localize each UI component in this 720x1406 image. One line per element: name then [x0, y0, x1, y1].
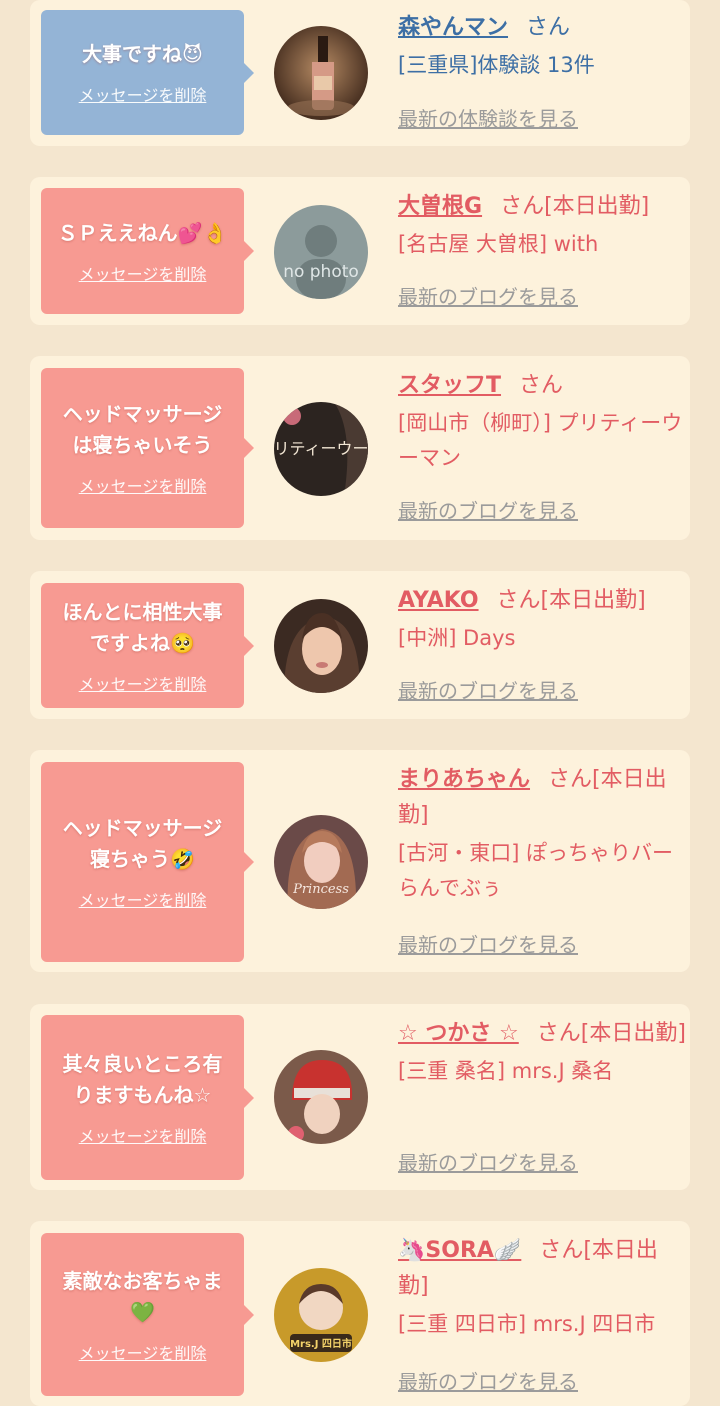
message-text: ほんとに相性大事 ですよね🥺	[62, 599, 223, 655]
avatar[interactable]: Princess	[274, 815, 368, 909]
message-bubble: 大事ですね😈 メッセージを削除	[41, 10, 254, 135]
message-bubble: ＳＰええねん💕👌 メッセージを削除	[41, 188, 254, 314]
delete-message-link[interactable]: メッセージを削除	[79, 1123, 207, 1147]
message-card: ヘッドマッサージ 寝ちゃう🤣 メッセージを削除 Princess まりあちゃんさ…	[30, 750, 690, 972]
shop-info: [古河・東口] ぽっちゃりバー らんでぶぅ	[398, 841, 674, 900]
honorific: さん[本日出勤]	[496, 588, 646, 613]
avatar-caption: Princess	[292, 882, 349, 897]
message-text: 大事ですね😈	[82, 42, 203, 66]
delete-message-link[interactable]: メッセージを削除	[79, 261, 207, 285]
user-info: 🦄SORA🪽 さん[本日出勤] [三重 四日市] mrs.J 四日市 最新のブログ…	[398, 1233, 688, 1394]
user-info: 森やんマン さん [三重県]体験談 13件 最新の体験談を見る	[398, 10, 688, 131]
message-text: ヘッドマッサージ は寝ちゃいそう	[62, 402, 223, 457]
latest-blog-link[interactable]: 最新のブログを見る	[398, 675, 578, 704]
honorific: さん	[519, 373, 564, 398]
latest-blog-link[interactable]: 最新のブログを見る	[398, 929, 578, 958]
user-info: ☆ つかさ ☆ さん[本日出勤] [三重 桑名] mrs.J 桑名 最新のブログを…	[398, 1016, 688, 1175]
message-card: 大事ですね😈 メッセージを削除 森やんマン さん [三重県]体験談 13件 最新の…	[30, 0, 690, 146]
message-bubble: 其々良いところ有 りますもんね☆ メッセージを削除	[41, 1015, 254, 1180]
message-card: 素敵なお客ちゃま 💚 メッセージを削除 Mrs.J 四日市 🦄SORA🪽 さん[本…	[30, 1221, 690, 1406]
latest-blog-link[interactable]: 最新のブログを見る	[398, 1366, 578, 1395]
latest-blog-link[interactable]: 最新のブログを見る	[398, 495, 578, 524]
avatar[interactable]: no photo	[274, 205, 368, 299]
shop-info: [名古屋 大曽根] with	[398, 232, 599, 256]
shop-info: [三重 四日市] mrs.J 四日市	[398, 1312, 656, 1336]
user-name-link[interactable]: ☆ つかさ ☆	[398, 1021, 519, 1046]
message-bubble: 素敵なお客ちゃま 💚 メッセージを削除	[41, 1233, 254, 1396]
user-info: まりあちゃん さん[本日出勤] [古河・東口] ぽっちゃりバー らんでぶぅ 最新の…	[398, 762, 688, 957]
message-text: 其々良いところ有 りますもんね☆	[62, 1051, 223, 1107]
latest-reviews-link[interactable]: 最新の体験談を見る	[398, 103, 578, 132]
message-text: 素敵なお客ちゃま 💚	[62, 1268, 223, 1324]
user-name-link[interactable]: スタッフT	[398, 373, 501, 398]
avatar[interactable]: プリティーウーマ	[274, 402, 368, 496]
shop-info: [三重 桑名] mrs.J 桑名	[398, 1059, 614, 1083]
avatar-caption: Mrs.J 四日市	[290, 1337, 352, 1350]
avatar[interactable]: Mrs.J 四日市	[274, 1268, 368, 1362]
shop-info: [三重県]体験談 13件	[398, 53, 595, 77]
honorific: さん[本日出勤]	[536, 1021, 686, 1046]
avatar-caption: no photo	[283, 262, 359, 282]
message-bubble: ヘッドマッサージ 寝ちゃう🤣 メッセージを削除	[41, 762, 254, 962]
message-card: ヘッドマッサージ は寝ちゃいそう メッセージを削除 プリティーウーマ スタッフT…	[30, 356, 690, 540]
user-info: スタッフT さん [岡山市（柳町）] プリティーウーマン 最新のブログを見る	[398, 368, 688, 523]
message-bubble: ほんとに相性大事 ですよね🥺 メッセージを削除	[41, 583, 254, 708]
message-text: ＳＰええねん💕👌	[57, 220, 228, 245]
delete-message-link[interactable]: メッセージを削除	[79, 473, 207, 497]
user-info: AYAKO さん[本日出勤] [中洲] Days 最新のブログを見る	[398, 583, 688, 703]
delete-message-link[interactable]: メッセージを削除	[79, 82, 207, 106]
shop-info: [中洲] Days	[398, 626, 516, 650]
latest-blog-link[interactable]: 最新のブログを見る	[398, 281, 578, 310]
avatar[interactable]	[274, 599, 368, 693]
user-name-link[interactable]: 森やんマン	[398, 15, 508, 40]
message-list: 大事ですね😈 メッセージを削除 森やんマン さん [三重県]体験談 13件 最新の…	[0, 0, 720, 1406]
avatar[interactable]	[274, 1050, 368, 1144]
delete-message-link[interactable]: メッセージを削除	[79, 1340, 207, 1364]
message-card: ほんとに相性大事 ですよね🥺 メッセージを削除 AYAKO さん[本日出勤] [中…	[30, 571, 690, 719]
message-card: ＳＰええねん💕👌 メッセージを削除 no photo 大曽根G さん[本日出勤] …	[30, 177, 690, 325]
message-bubble: ヘッドマッサージ は寝ちゃいそう メッセージを削除	[41, 368, 254, 528]
honorific: さん[本日出勤]	[500, 194, 650, 219]
user-name-link[interactable]: AYAKO	[398, 588, 479, 613]
user-name-link[interactable]: 大曽根G	[398, 194, 482, 219]
message-card: 其々良いところ有 りますもんね☆ メッセージを削除 ☆ つかさ ☆ さん[本日出勤…	[30, 1004, 690, 1190]
avatar[interactable]	[274, 26, 368, 120]
message-text: ヘッドマッサージ 寝ちゃう🤣	[62, 816, 223, 871]
user-name-link[interactable]: まりあちゃん	[398, 767, 530, 792]
honorific: さん	[526, 15, 571, 40]
avatar-caption: プリティーウーマ	[274, 439, 368, 458]
delete-message-link[interactable]: メッセージを削除	[79, 887, 207, 911]
user-info: 大曽根G さん[本日出勤] [名古屋 大曽根] with 最新のブログを見る	[398, 189, 688, 309]
user-name-link[interactable]: 🦄SORA🪽	[398, 1238, 521, 1263]
shop-info: [岡山市（柳町）] プリティーウーマン	[398, 411, 683, 470]
latest-blog-link[interactable]: 最新のブログを見る	[398, 1147, 578, 1176]
delete-message-link[interactable]: メッセージを削除	[79, 671, 207, 695]
